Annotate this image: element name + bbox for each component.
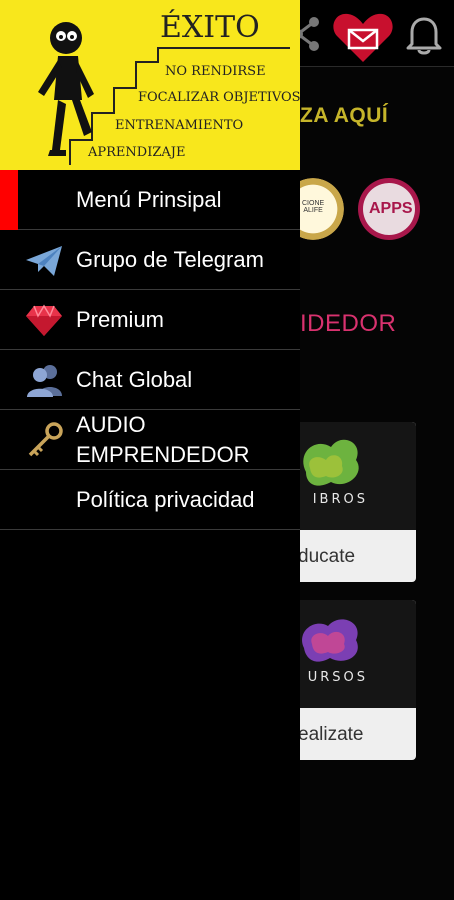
- menu-item-chat-global[interactable]: Chat Global: [0, 350, 300, 410]
- menu-item-label: AUDIO EMPRENDEDOR: [76, 411, 250, 467]
- card-caption: ealizate: [298, 724, 364, 745]
- telegram-plane-icon: [26, 246, 62, 276]
- menu-item-label: Grupo de Telegram: [76, 246, 264, 272]
- drawer-menu: Menú Prinsipal Grupo de Telegram Premium: [0, 170, 300, 530]
- header-step-4: APRENDIZAJE: [88, 145, 186, 160]
- menu-item-audio-emprendedor[interactable]: AUDIO EMPRENDEDOR: [0, 410, 300, 470]
- heart-mail-icon[interactable]: [332, 10, 394, 64]
- menu-item-principal[interactable]: Menú Prinsipal: [0, 170, 300, 230]
- card-thumbnail: URSOS: [296, 600, 416, 708]
- navigation-drawer: ÉXITO NO RENDIRSE FOCALIZAR OBJETIVOS EN…: [0, 0, 300, 900]
- card-cursos[interactable]: URSOS ealizate: [296, 600, 416, 760]
- green-blob-icon: [303, 439, 359, 486]
- menu-item-premium[interactable]: Premium: [0, 290, 300, 350]
- card-thumbnail: IBROS: [296, 422, 416, 530]
- badge-left-label: CIONE ALIFE: [302, 200, 325, 214]
- header-step-3: ENTRENAMIENTO: [115, 118, 244, 133]
- header-step-2: FOCALIZAR OBJETIVOS: [138, 90, 300, 105]
- purple-blob-icon: [302, 619, 358, 662]
- card-libros[interactable]: IBROS ducate: [296, 422, 416, 582]
- card-thumb-label: IBROS: [312, 492, 368, 507]
- hero-heading: ZA AQUÍ: [300, 104, 389, 127]
- users-icon: [27, 365, 62, 397]
- menu-item-telegram[interactable]: Grupo de Telegram: [0, 230, 300, 290]
- card-caption: ducate: [298, 546, 356, 567]
- notification-bell-icon[interactable]: [404, 14, 444, 56]
- key-icon: [28, 422, 63, 457]
- menu-item-label: Chat Global: [76, 366, 193, 392]
- ruby-gem-icon: [26, 304, 62, 336]
- drawer-header: ÉXITO NO RENDIRSE FOCALIZAR OBJETIVOS EN…: [0, 0, 300, 170]
- header-title: ÉXITO: [160, 10, 260, 45]
- menu-item-label: Premium: [76, 306, 165, 332]
- active-indicator: [0, 170, 18, 230]
- menu-item-label: Menú Prinsipal: [76, 186, 222, 212]
- badge-apps[interactable]: APPS: [358, 178, 420, 240]
- menu-item-politica-privacidad[interactable]: Política privacidad: [0, 470, 300, 530]
- badge-apps-label: APPS: [369, 200, 413, 217]
- card-thumb-label: URSOS: [307, 670, 368, 685]
- header-step-1: NO RENDIRSE: [165, 64, 266, 79]
- menu-item-label: Política privacidad: [76, 486, 255, 512]
- section-heading: IDEDOR: [300, 310, 397, 337]
